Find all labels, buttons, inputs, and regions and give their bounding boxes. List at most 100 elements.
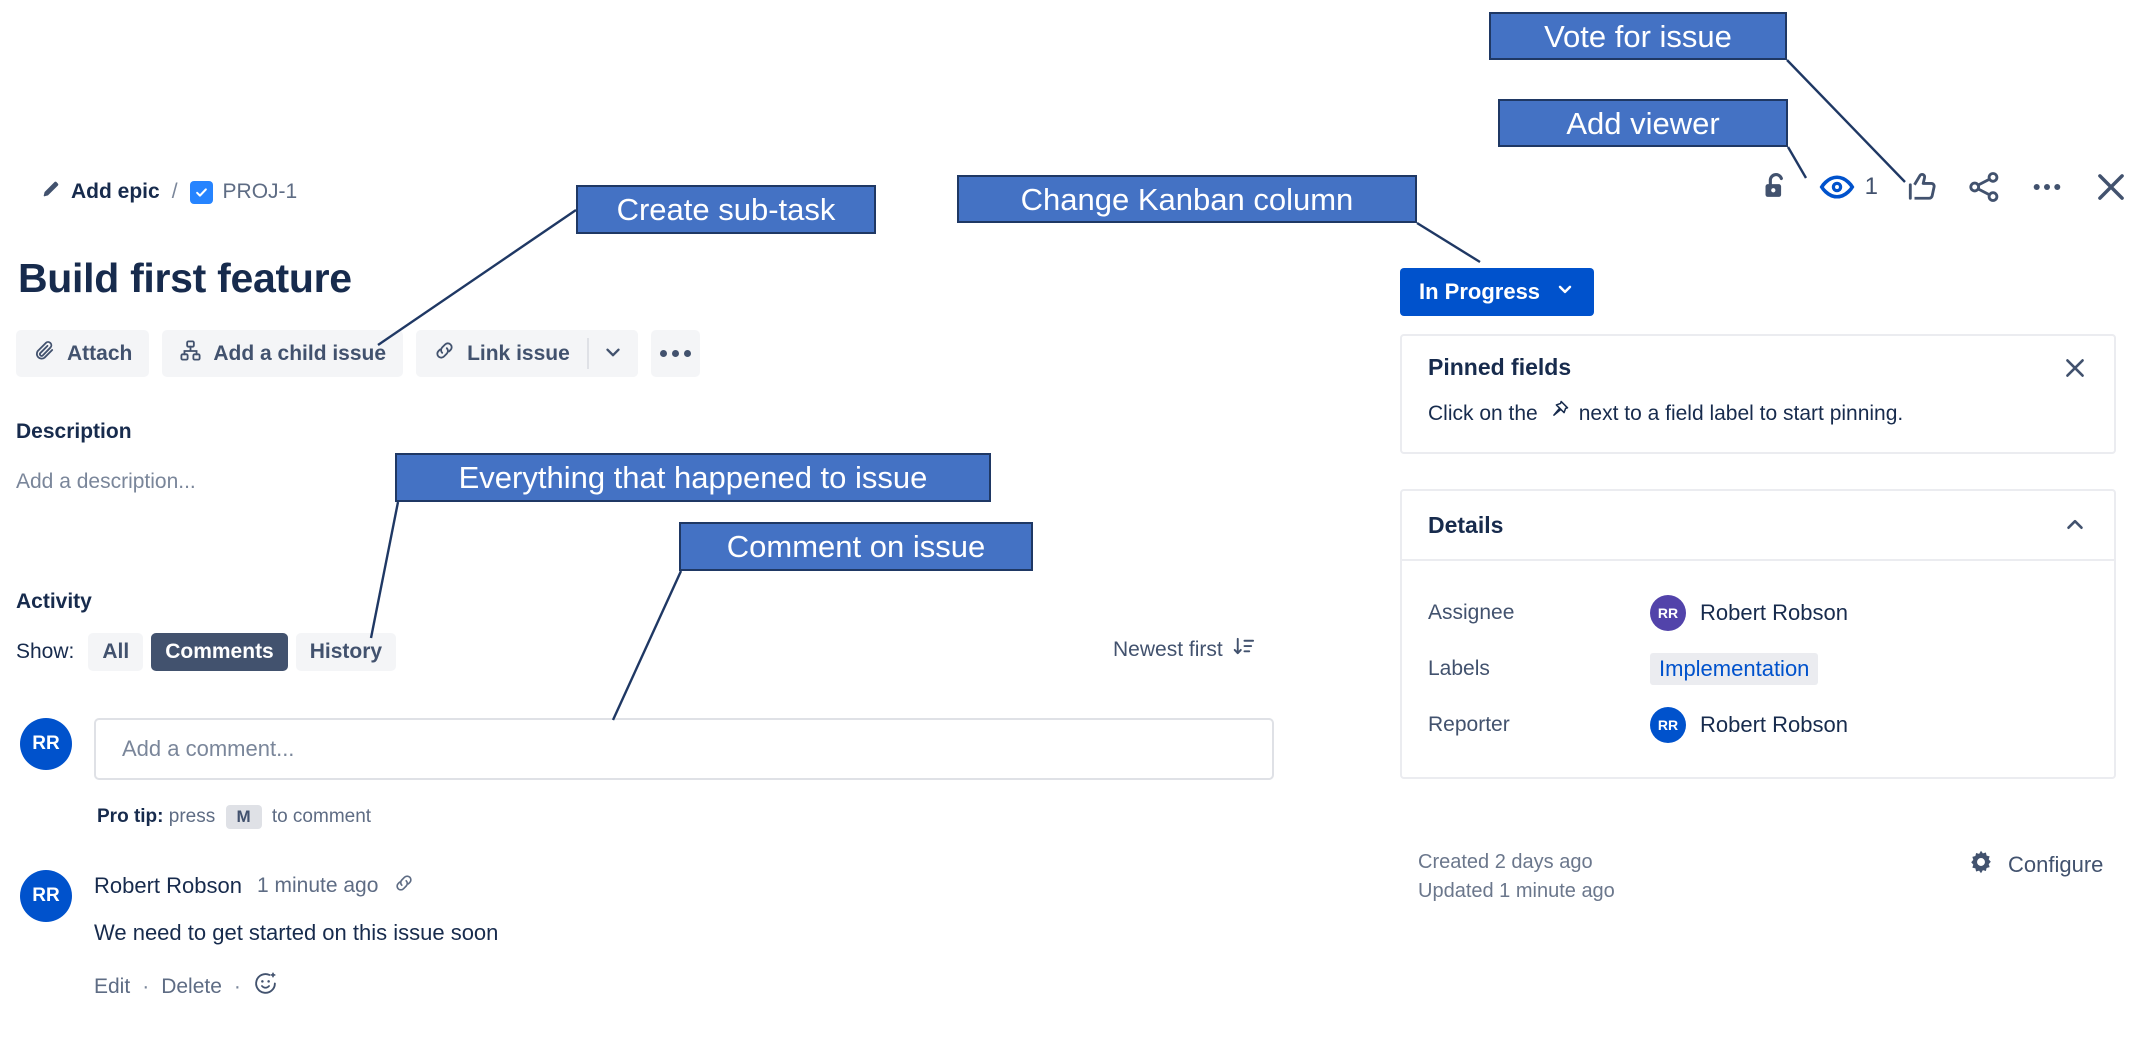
reporter-value[interactable]: RR Robert Robson: [1650, 707, 1848, 743]
comment-input[interactable]: Add a comment...: [94, 718, 1274, 780]
activity-filter-row: Show: All Comments History: [16, 633, 397, 671]
pinned-fields-header: Pinned fields: [1402, 336, 2114, 381]
assignee-value[interactable]: RR Robert Robson: [1650, 595, 1848, 631]
activity-filter-group: All Comments History: [88, 633, 397, 671]
more-icon[interactable]: [2028, 168, 2066, 206]
comment-body: Robert Robson 1 minute ago We need to ge…: [94, 870, 498, 1002]
close-icon[interactable]: [2062, 355, 2088, 381]
configure-label: Configure: [2008, 852, 2104, 877]
watch-count: 1: [1864, 173, 1878, 200]
delete-comment-button[interactable]: Delete: [161, 975, 222, 999]
comment-actions: Edit · Delete ·: [94, 971, 498, 1002]
close-icon[interactable]: [2092, 168, 2130, 206]
link-issue-dropdown-button[interactable]: [588, 330, 638, 377]
labels-value[interactable]: Implementation: [1650, 653, 1819, 685]
add-child-issue-label: Add a child issue: [213, 341, 387, 365]
reporter-name: Robert Robson: [1700, 712, 1848, 737]
details-field-list: Assignee RR Robert Robson Labels Impleme…: [1402, 561, 2114, 753]
more-icon: [659, 350, 667, 357]
pencil-icon: [40, 178, 62, 206]
link-issue-split-button: Link issue: [416, 330, 638, 377]
status-dropdown-button[interactable]: In Progress: [1400, 268, 1595, 316]
sort-order-button[interactable]: Newest first: [1113, 635, 1255, 664]
breadcrumb-issue-link[interactable]: PROJ-1: [189, 180, 298, 204]
details-header[interactable]: Details: [1402, 491, 2114, 561]
unlock-icon[interactable]: [1759, 170, 1793, 204]
field-label: Assignee: [1428, 601, 1515, 624]
keyboard-key: M: [225, 805, 262, 829]
details-card: Details Assignee RR Robert Robson Labels: [1400, 489, 2116, 779]
field-label: Labels: [1428, 657, 1490, 680]
created-timestamp: Created 2 days ago: [1418, 851, 1593, 873]
jira-issue-screenshot: Add epic / PROJ-1 Build first feature At…: [0, 0, 2156, 1055]
add-reaction-icon[interactable]: [253, 971, 278, 1002]
avatar: RR: [20, 718, 72, 770]
field-label: Reporter: [1428, 713, 1510, 736]
issue-toolbar: 1: [1759, 168, 2130, 206]
status-badge[interactable]: Implementation: [1650, 653, 1819, 685]
updated-timestamp: Updated 1 minute ago: [1418, 880, 1615, 902]
assignee-name: Robert Robson: [1700, 600, 1848, 625]
add-epic-label: Add epic: [71, 180, 160, 203]
thumbs-up-icon[interactable]: [1904, 169, 1940, 205]
gear-icon: [1967, 848, 1995, 882]
share-icon[interactable]: [1966, 169, 2002, 205]
filter-all-button[interactable]: All: [88, 633, 144, 671]
avatar: RR: [20, 870, 72, 922]
sort-descending-icon: [1232, 635, 1255, 664]
attach-label: Attach: [67, 341, 133, 365]
sort-order-label: Newest first: [1113, 637, 1223, 661]
show-label: Show:: [16, 640, 75, 663]
comment-permalink-icon[interactable]: [393, 872, 415, 899]
status-label: In Progress: [1419, 279, 1541, 304]
pro-tip-hint: Pro tip: press M to comment: [97, 805, 371, 829]
link-issue-button[interactable]: Link issue: [416, 330, 587, 377]
callout-add-viewer: Add viewer: [1498, 99, 1788, 147]
description-input[interactable]: Add a description...: [16, 470, 196, 494]
filter-history-button[interactable]: History: [295, 633, 397, 671]
link-icon: [433, 339, 456, 368]
callout-everything-that-happened: Everything that happened to issue: [395, 453, 991, 502]
comment-compose: RR Add a comment...: [20, 718, 1274, 780]
callout-create-sub-task: Create sub-task: [576, 185, 876, 234]
chevron-down-icon: [1555, 279, 1575, 305]
more-icon: [671, 350, 679, 357]
chevron-up-icon[interactable]: [2062, 512, 2088, 538]
issue-key-label: PROJ-1: [222, 180, 298, 203]
watch-issue-button[interactable]: 1: [1819, 169, 1878, 205]
field-row-assignee: Assignee RR Robert Robson: [1428, 585, 2088, 641]
filter-comments-button[interactable]: Comments: [151, 633, 288, 671]
chevron-down-icon: [602, 341, 624, 366]
activity-heading: Activity: [16, 590, 92, 613]
attach-button[interactable]: Attach: [16, 330, 150, 377]
edit-comment-button[interactable]: Edit: [94, 975, 130, 999]
add-child-issue-button[interactable]: Add a child issue: [162, 330, 404, 377]
page-title[interactable]: Build first feature: [18, 255, 352, 302]
pro-tip-press: press: [168, 806, 216, 827]
comment-header: Robert Robson 1 minute ago: [94, 872, 498, 899]
comment-author: Robert Robson: [94, 872, 242, 898]
issue-view: Add epic / PROJ-1 Build first feature At…: [0, 0, 2156, 1055]
link-issue-label: Link issue: [467, 341, 570, 365]
issue-timestamps: Created 2 days ago Updated 1 minute ago: [1418, 848, 1615, 906]
pinned-fields-hint: Click on the next to a field label to st…: [1402, 381, 2114, 428]
pinned-fields-title: Pinned fields: [1428, 354, 1572, 380]
task-type-icon: [189, 180, 213, 204]
add-epic-button[interactable]: Add epic: [40, 178, 160, 206]
avatar: RR: [1650, 707, 1686, 743]
breadcrumb: Add epic / PROJ-1: [40, 178, 297, 206]
description-heading: Description: [16, 420, 132, 443]
comment-timestamp[interactable]: 1 minute ago: [257, 874, 378, 898]
more-icon: [683, 350, 691, 357]
configure-button[interactable]: Configure: [1967, 848, 2103, 882]
eye-icon: [1819, 169, 1855, 205]
more-actions-button[interactable]: [650, 330, 700, 377]
callout-vote-for-issue: Vote for issue: [1489, 12, 1787, 60]
issue-actions-toolbar: Attach Add a child issue Link issue: [16, 330, 700, 377]
action-separator: ·: [142, 974, 150, 998]
details-title: Details: [1428, 511, 1504, 538]
pinned-fields-card: Pinned fields Click on the next to a fie…: [1400, 334, 2116, 454]
pro-tip-suffix: to comment: [271, 806, 372, 827]
pinned-hint-after: next to a field label to start pinning.: [1578, 401, 1904, 425]
avatar: RR: [1650, 595, 1686, 631]
